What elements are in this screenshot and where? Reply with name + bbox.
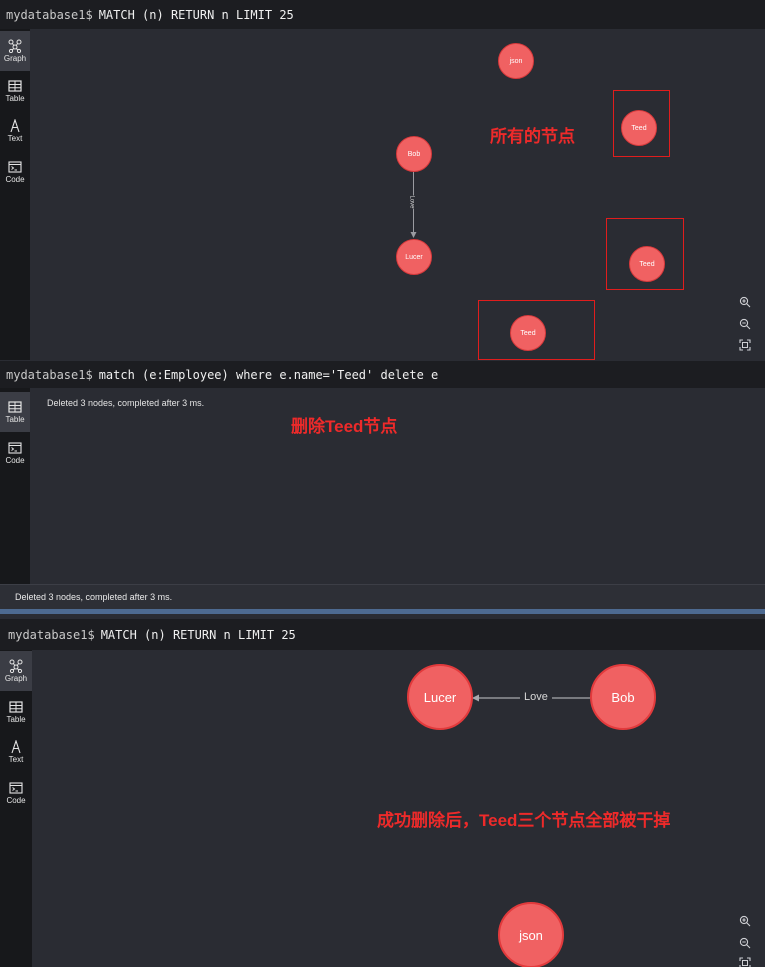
result-frame-3: mydatabase1$ MATCH (n) RETURN n LIMIT 25…: [0, 619, 765, 967]
command-bar[interactable]: mydatabase1$ MATCH (n) RETURN n LIMIT 25: [0, 619, 765, 650]
node-lucer[interactable]: Lucer: [396, 239, 432, 275]
view-table-label: Table: [5, 94, 25, 103]
result-content: Deleted 3 nodes, completed after 3 ms. 删…: [30, 388, 765, 584]
view-table-label: Table: [5, 415, 25, 424]
annotation-delete-teed: 删除Teed节点: [291, 417, 398, 436]
graph-canvas[interactable]: Love Lucer Bob json 成功删除后，Teed三个节点全部被干掉: [32, 650, 765, 967]
view-table-label: Table: [6, 715, 26, 724]
view-graph-label: Graph: [3, 54, 27, 63]
view-code-button[interactable]: Code: [0, 773, 32, 813]
frame-divider: [0, 609, 765, 614]
highlight-box: [478, 300, 595, 360]
view-graph-label: Graph: [4, 674, 28, 683]
annotation-all-nodes: 所有的节点: [490, 127, 575, 146]
code-icon: [8, 442, 22, 454]
view-text-label: Text: [8, 755, 24, 764]
command-bar[interactable]: mydatabase1$ MATCH (n) RETURN n LIMIT 25: [0, 0, 765, 29]
prompt: mydatabase1$: [6, 7, 93, 22]
text-icon: [11, 740, 21, 754]
view-text-button[interactable]: Text: [0, 732, 32, 772]
command-bar[interactable]: mydatabase1$ match (e:Employee) where e.…: [0, 361, 765, 388]
query-text[interactable]: MATCH (n) RETURN n LIMIT 25: [99, 8, 294, 22]
annotation-deleted-result: 成功删除后，Teed三个节点全部被干掉: [377, 811, 671, 830]
highlight-box: [606, 218, 684, 290]
relationship-label: Love: [524, 691, 548, 703]
zoom-out-icon[interactable]: [739, 317, 751, 330]
prompt: mydatabase1$: [6, 367, 93, 382]
table-icon: [9, 701, 23, 713]
graph-icon: [9, 659, 23, 673]
view-text-button[interactable]: Text: [0, 111, 30, 151]
zoom-out-icon[interactable]: [739, 936, 751, 949]
node-lucer[interactable]: Lucer: [407, 664, 473, 730]
view-code-label: Code: [6, 796, 26, 805]
view-sidebar: Graph Table Text Code: [0, 650, 32, 967]
view-sidebar: Graph Table Text Code: [0, 29, 30, 360]
result-frame-2: mydatabase1$ match (e:Employee) where e.…: [0, 361, 765, 614]
highlight-box: [613, 90, 670, 157]
view-code-label: Code: [5, 175, 25, 184]
result-frame-1: mydatabase1$ MATCH (n) RETURN n LIMIT 25…: [0, 0, 765, 360]
query-text[interactable]: MATCH (n) RETURN n LIMIT 25: [101, 628, 296, 642]
view-code-label: Code: [5, 456, 25, 465]
fit-screen-icon[interactable]: [739, 338, 751, 351]
relationship-love: [410, 171, 417, 238]
status-bar: Deleted 3 nodes, completed after 3 ms.: [0, 584, 765, 609]
view-graph-button[interactable]: Graph: [0, 651, 32, 691]
table-icon: [8, 401, 22, 413]
view-table-button[interactable]: Table: [0, 392, 30, 432]
graph-icon: [8, 39, 22, 53]
status-text: Deleted 3 nodes, completed after 3 ms.: [15, 592, 173, 602]
view-graph-button[interactable]: Graph: [0, 31, 30, 71]
view-code-button[interactable]: Code: [0, 433, 30, 473]
zoom-in-icon[interactable]: [739, 914, 751, 927]
node-json[interactable]: json: [498, 902, 564, 967]
relationship-label: Love: [408, 195, 415, 209]
view-sidebar: Table Code: [0, 388, 30, 584]
view-table-button[interactable]: Table: [0, 692, 32, 732]
graph-canvas[interactable]: Love json Bob Lucer Teed Teed Teed 所有的节点: [30, 29, 765, 360]
table-icon: [8, 80, 22, 92]
node-json[interactable]: json: [498, 43, 534, 79]
node-bob[interactable]: Bob: [590, 664, 656, 730]
result-message: Deleted 3 nodes, completed after 3 ms.: [47, 398, 205, 408]
prompt: mydatabase1$: [8, 627, 95, 642]
view-code-button[interactable]: Code: [0, 152, 30, 192]
query-text[interactable]: match (e:Employee) where e.name='Teed' d…: [99, 368, 439, 382]
zoom-in-icon[interactable]: [739, 295, 751, 308]
node-bob[interactable]: Bob: [396, 136, 432, 172]
view-table-button[interactable]: Table: [0, 71, 30, 111]
view-text-label: Text: [7, 134, 23, 143]
code-icon: [8, 161, 22, 173]
fit-screen-icon[interactable]: [739, 956, 751, 967]
text-icon: [10, 119, 20, 133]
code-icon: [9, 782, 23, 794]
